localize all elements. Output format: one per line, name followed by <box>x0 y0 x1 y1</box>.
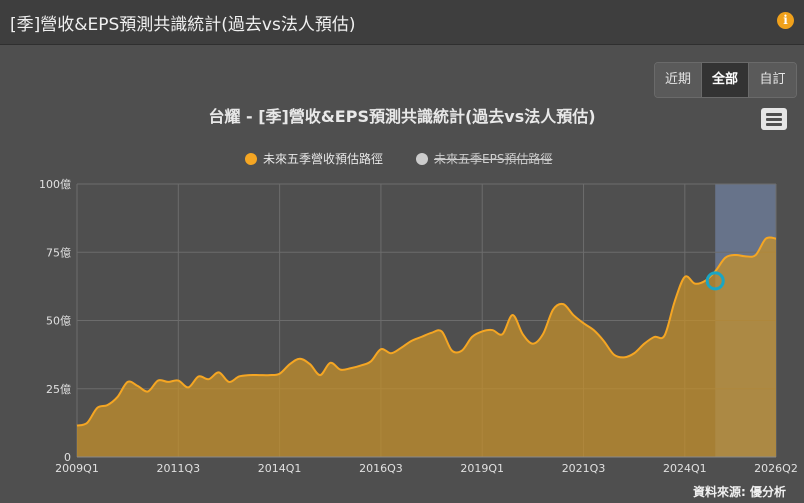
data-source-credit: 資料來源: 優分析 <box>693 485 786 499</box>
x-tick-label: 2024Q1 <box>663 462 707 475</box>
y-tick-label: 50億 <box>46 315 71 328</box>
x-tick-label: 2026Q2 <box>754 462 798 475</box>
y-tick-label: 100億 <box>39 178 71 191</box>
x-tick-label: 2009Q1 <box>55 462 99 475</box>
y-tick-label: 25億 <box>46 383 71 396</box>
x-tick-label: 2014Q1 <box>258 462 302 475</box>
x-tick-label: 2019Q1 <box>460 462 504 475</box>
x-tick-label: 2016Q3 <box>359 462 403 475</box>
y-tick-label: 75億 <box>46 246 71 259</box>
x-tick-label: 2021Q3 <box>562 462 606 475</box>
x-tick-label: 2011Q3 <box>156 462 200 475</box>
chart-plot: 025億50億75億100億2009Q1 2011Q3 2014Q1 2016Q3 20… <box>39 178 798 475</box>
revenue-area <box>77 237 776 457</box>
